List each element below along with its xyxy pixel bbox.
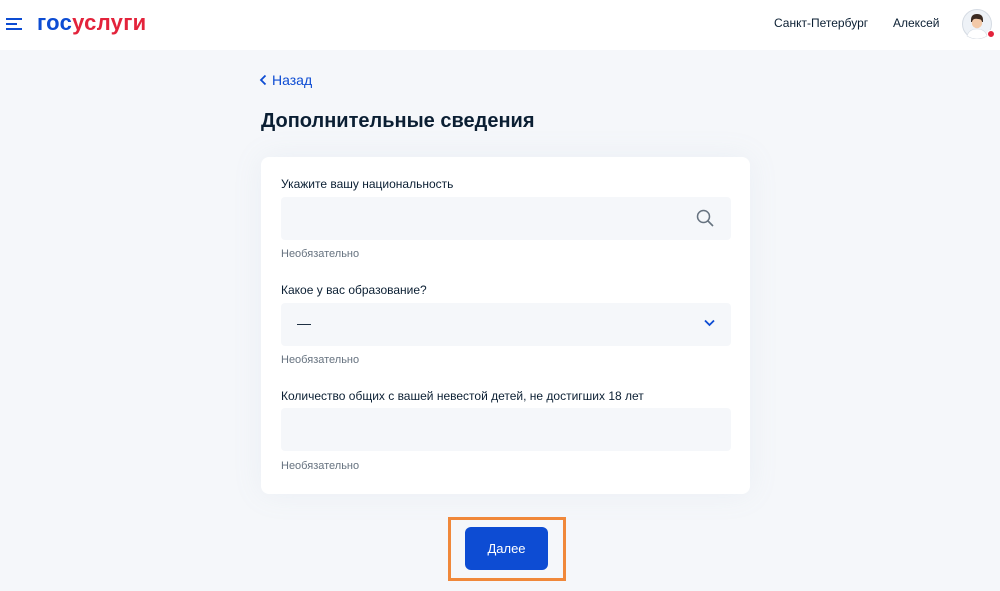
user-name-link[interactable]: Алексей [893, 16, 939, 30]
gosuslugi-logo[interactable]: госуслуги [37, 10, 147, 36]
search-icon[interactable] [696, 209, 714, 227]
education-label: Какое у вас образование? [281, 283, 427, 297]
children-count-label: Количество общих с вашей невестой детей,… [281, 389, 644, 403]
children-count-input[interactable] [281, 408, 731, 451]
nationality-label: Укажите вашу национальность [281, 177, 454, 191]
nationality-hint: Необязательно [281, 248, 360, 260]
notification-dot [987, 30, 995, 38]
hamburger-menu-icon[interactable] [6, 15, 24, 33]
back-link[interactable]: Назад [259, 72, 312, 88]
education-hint: Необязательно [281, 354, 360, 366]
education-selected-value: — [297, 315, 311, 331]
children-count-hint: Необязательно [281, 460, 360, 472]
chevron-down-icon[interactable] [704, 319, 715, 327]
nationality-search-input[interactable] [281, 197, 731, 240]
back-link-label: Назад [272, 72, 313, 88]
page-title: Дополнительные сведения [261, 110, 535, 132]
form-card: Укажите вашу национальность Необязательн… [261, 157, 750, 494]
chevron-left-icon [259, 74, 267, 86]
city-selector[interactable]: Санкт-Петербург [774, 16, 868, 30]
top-header: госуслуги Санкт-Петербург Алексей [0, 0, 1000, 50]
logo-part-gos: гос [37, 10, 73, 35]
education-select[interactable]: — [281, 303, 731, 346]
logo-part-uslugi: услуги [72, 10, 147, 35]
next-button[interactable]: Далее [465, 527, 548, 570]
